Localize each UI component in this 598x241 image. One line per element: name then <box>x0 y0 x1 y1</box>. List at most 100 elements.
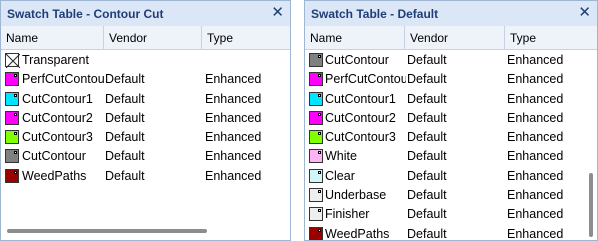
column-header-name[interactable]: Name <box>305 26 405 50</box>
spot-color-marker-icon <box>318 151 321 155</box>
swatch-vendor: Default <box>407 130 447 145</box>
swatch-row[interactable]: CutContour Default Enhanced <box>305 51 597 70</box>
color-swatch-icon <box>309 207 323 222</box>
panel-title: Swatch Table - Contour Cut <box>7 7 164 21</box>
color-swatch-icon <box>5 72 19 87</box>
swatch-name: Finisher <box>325 207 370 222</box>
horizontal-scrollbar[interactable] <box>7 229 207 233</box>
swatch-name: Clear <box>325 168 355 183</box>
swatch-row[interactable]: White Default Enhanced <box>305 147 597 166</box>
swatch-row[interactable]: WeedPaths Default Enhanced <box>1 167 290 186</box>
color-swatch-icon <box>309 188 323 203</box>
swatch-vendor: Default <box>105 168 145 183</box>
color-swatch-icon <box>5 149 19 164</box>
swatch-vendor <box>105 51 201 70</box>
close-icon[interactable]: ✕ <box>578 4 591 22</box>
panel-title: Swatch Table - Default <box>311 7 439 21</box>
spot-color-marker-icon <box>318 55 321 58</box>
swatch-name: WeedPaths <box>325 226 390 241</box>
swatch-type: Enhanced <box>507 207 564 222</box>
swatch-type: Enhanced <box>205 91 262 106</box>
spot-color-marker-icon <box>14 93 17 97</box>
vertical-scrollbar[interactable] <box>589 173 593 237</box>
swatch-vendor: Default <box>407 226 447 241</box>
spot-color-marker-icon <box>14 132 17 136</box>
swatch-name: Underbase <box>325 188 387 203</box>
swatch-name: CutContour <box>325 53 389 67</box>
color-swatch-icon <box>5 110 19 125</box>
spot-color-marker-icon <box>318 190 321 194</box>
swatch-row[interactable]: PerfCutContour Default Enhanced <box>305 70 597 89</box>
swatch-type: Enhanced <box>507 149 564 164</box>
swatch-name: PerfCutContour <box>325 72 406 87</box>
swatch-name: WeedPaths <box>22 168 87 183</box>
swatch-row[interactable]: Underbase Default Enhanced <box>305 186 597 205</box>
table-header: Name Vendor Type <box>1 26 290 50</box>
swatch-name: CutContour3 <box>22 130 93 145</box>
color-swatch-icon <box>309 226 323 240</box>
swatch-row[interactable]: Clear Default Enhanced <box>305 167 597 186</box>
color-swatch-icon <box>5 168 19 183</box>
swatch-type: Enhanced <box>507 226 564 241</box>
column-header-type[interactable]: Type <box>505 26 597 50</box>
close-icon[interactable]: ✕ <box>271 4 284 22</box>
transparent-swatch-icon <box>5 53 20 68</box>
swatch-name: Transparent <box>22 53 89 67</box>
swatch-row[interactable]: CutContour2 Default Enhanced <box>1 109 290 128</box>
swatch-name: CutContour <box>22 149 86 164</box>
spot-color-marker-icon <box>318 93 321 97</box>
swatch-vendor: Default <box>407 168 447 183</box>
swatch-row[interactable]: PerfCutContour Default Enhanced <box>1 70 290 89</box>
swatch-row[interactable]: Transparent <box>1 51 290 70</box>
color-swatch-icon <box>309 110 323 125</box>
swatch-type: Enhanced <box>205 149 262 164</box>
column-header-name[interactable]: Name <box>1 26 104 50</box>
swatch-row[interactable]: WeedPaths Default Enhanced <box>305 225 597 241</box>
color-swatch-icon <box>5 91 19 106</box>
swatch-row[interactable]: CutContour3 Default Enhanced <box>305 128 597 147</box>
swatch-type: Enhanced <box>507 72 564 87</box>
spot-color-marker-icon <box>318 132 321 136</box>
swatch-name: CutContour1 <box>22 91 93 106</box>
panel-titlebar: Swatch Table - Contour Cut ✕ <box>1 1 290 26</box>
swatch-type: Enhanced <box>507 168 564 183</box>
spot-color-marker-icon <box>318 170 321 174</box>
swatch-name: CutContour2 <box>325 110 396 125</box>
swatch-row[interactable]: CutContour2 Default Enhanced <box>305 109 597 128</box>
color-swatch-icon <box>309 53 323 67</box>
swatch-vendor: Default <box>105 130 145 145</box>
color-swatch-icon <box>5 130 19 145</box>
swatch-type: Enhanced <box>205 72 262 87</box>
color-swatch-icon <box>309 130 323 145</box>
swatch-vendor: Default <box>407 110 447 125</box>
swatch-type: Enhanced <box>507 130 564 145</box>
swatch-name: PerfCutContour <box>22 72 105 87</box>
spot-color-marker-icon <box>14 74 17 78</box>
spot-color-marker-icon <box>14 170 17 174</box>
color-swatch-icon <box>309 72 323 87</box>
swatch-vendor: Default <box>105 72 145 87</box>
swatch-vendor: Default <box>105 110 145 125</box>
color-swatch-icon <box>309 168 323 183</box>
swatch-name: CutContour1 <box>325 91 396 106</box>
swatch-name: CutContour3 <box>325 130 396 145</box>
column-header-vendor[interactable]: Vendor <box>104 26 202 50</box>
swatch-list: CutContour Default Enhanced PerfCutContour D… <box>305 51 597 241</box>
column-header-type[interactable]: Type <box>202 26 290 50</box>
column-header-vendor[interactable]: Vendor <box>405 26 505 50</box>
swatch-row[interactable]: CutContour3 Default Enhanced <box>1 128 290 147</box>
color-swatch-icon <box>309 91 323 106</box>
swatch-vendor: Default <box>105 149 145 164</box>
swatch-row[interactable]: CutContour1 Default Enhanced <box>1 90 290 109</box>
swatch-row[interactable]: CutContour1 Default Enhanced <box>305 90 597 109</box>
swatch-row[interactable]: CutContour Default Enhanced <box>1 147 290 166</box>
spot-color-marker-icon <box>14 112 17 116</box>
swatch-type: Enhanced <box>205 130 262 145</box>
panel-titlebar: Swatch Table - Default ✕ <box>305 1 597 26</box>
spot-color-marker-icon <box>14 151 17 155</box>
color-swatch-icon <box>309 149 323 164</box>
table-header: Name Vendor Type <box>305 26 597 50</box>
spot-color-marker-icon <box>318 112 321 116</box>
swatch-row[interactable]: Finisher Default Enhanced <box>305 205 597 224</box>
spot-color-marker-icon <box>318 228 321 232</box>
